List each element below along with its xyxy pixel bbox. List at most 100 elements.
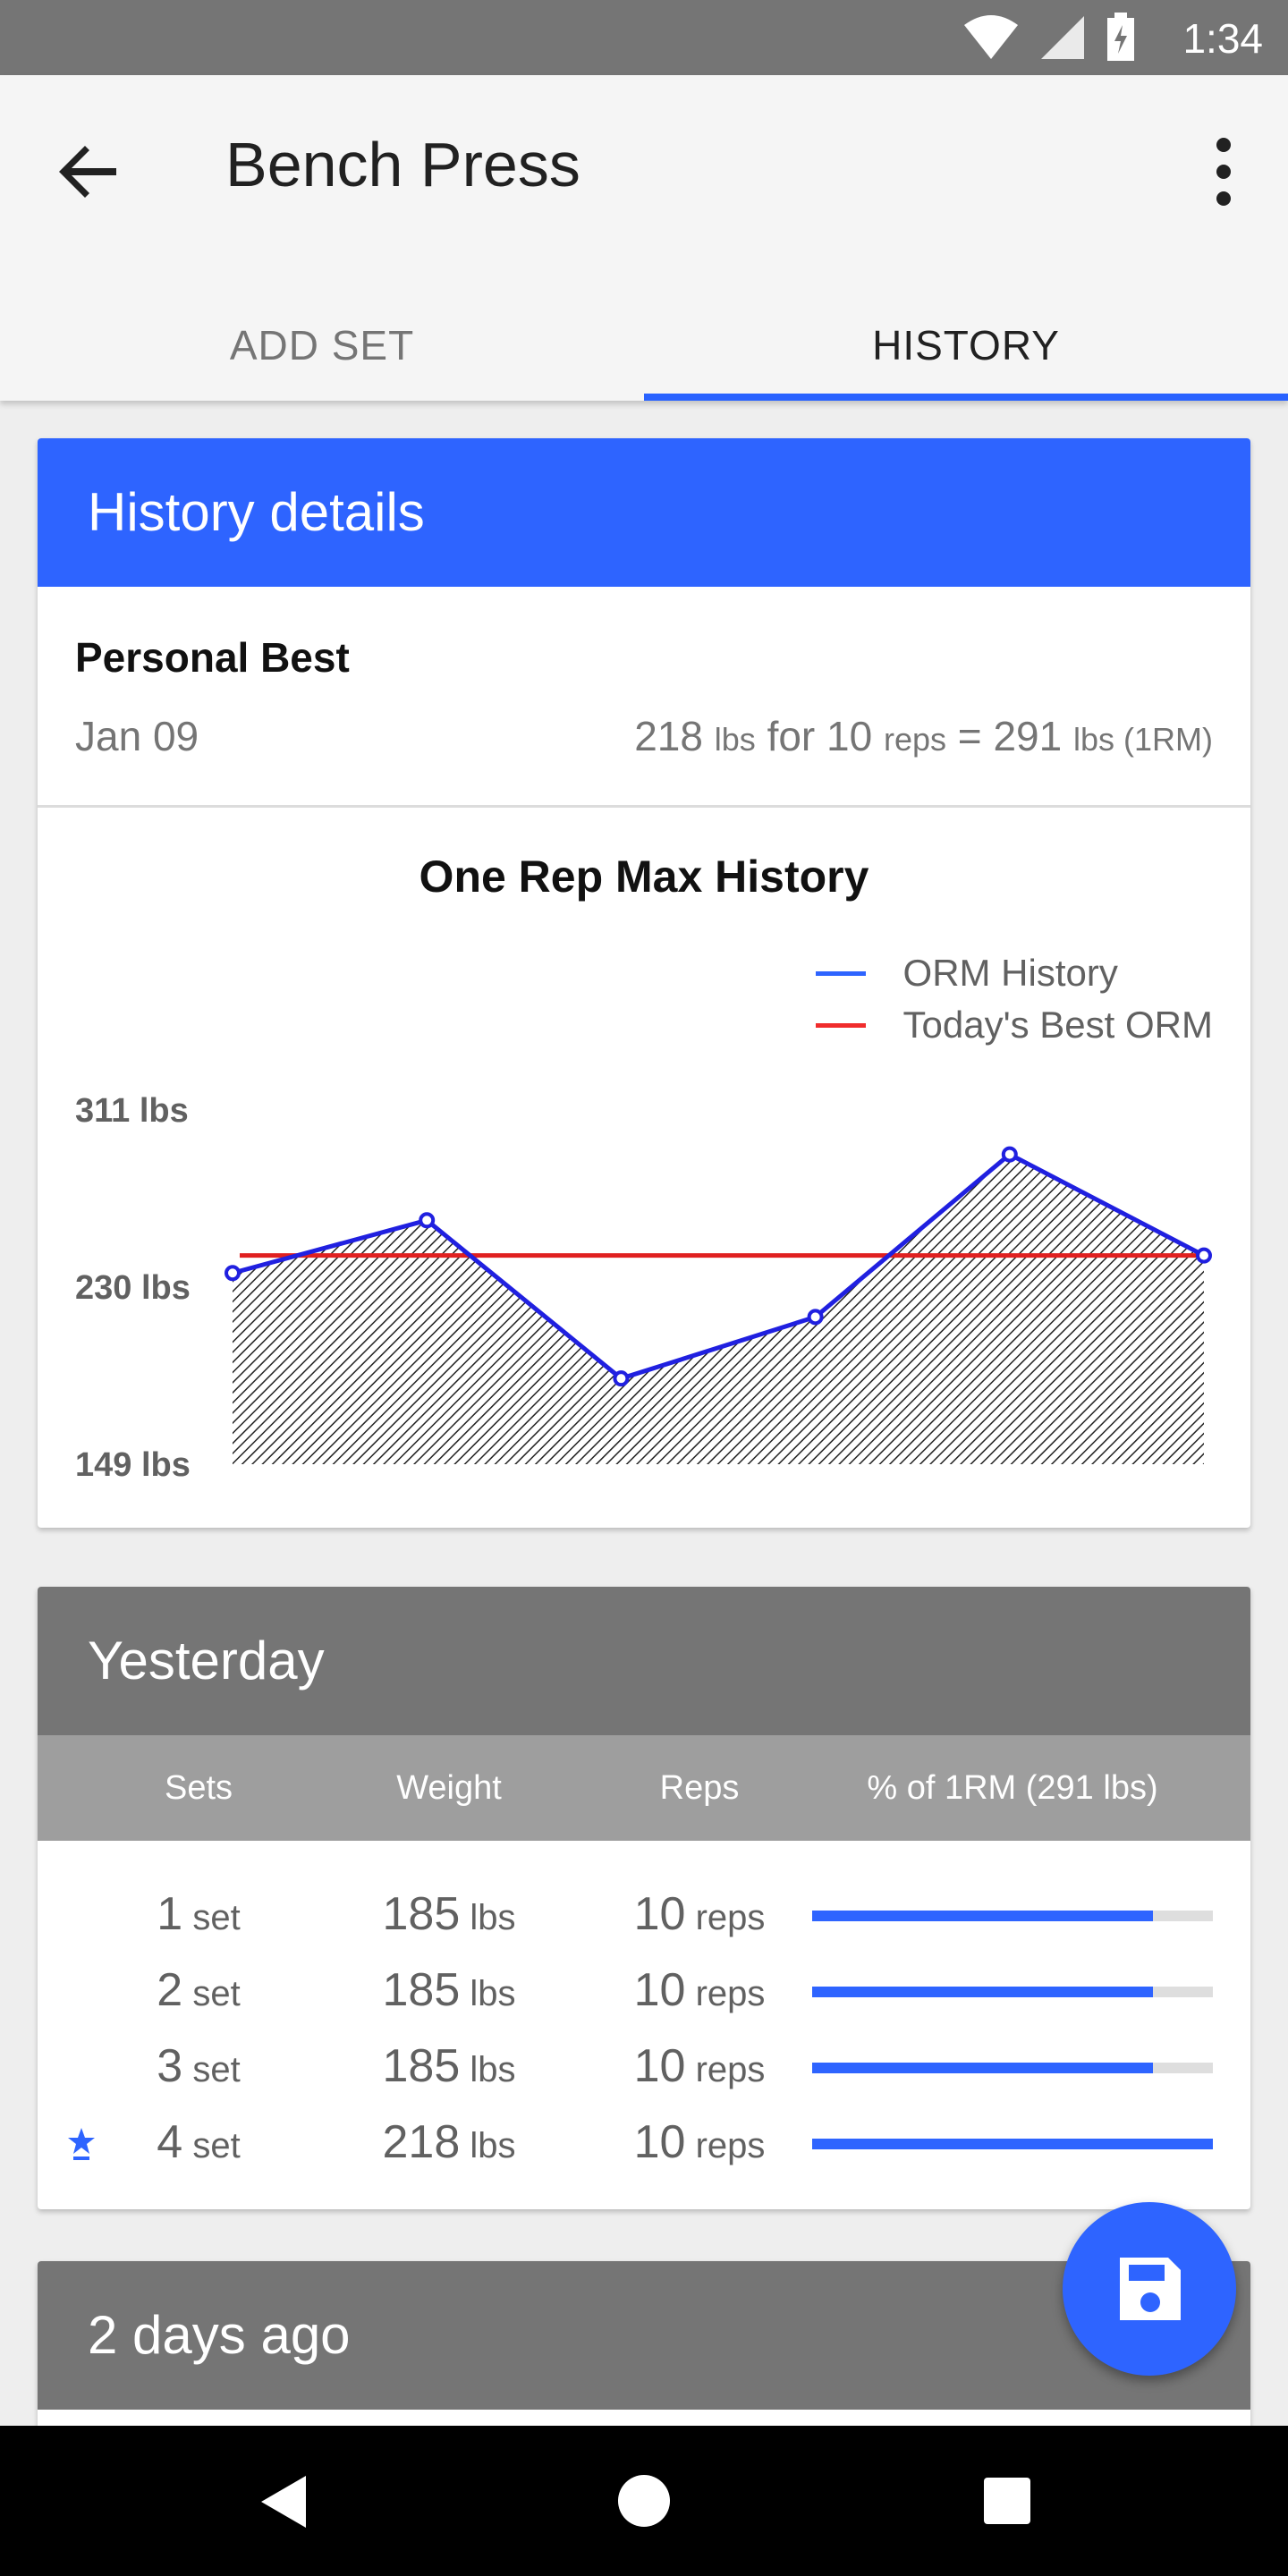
battery-icon (1107, 13, 1134, 61)
nav-recents-icon[interactable] (982, 2476, 1032, 2526)
status-bar: 1:34 (0, 0, 1288, 75)
cell-weight: 218 lbs (342, 2105, 556, 2184)
personal-best-star-icon (68, 2128, 95, 2160)
personal-best-value: 218 lbs for 10 reps = 291 lbs (1RM) (634, 712, 1213, 760)
sets-table-header: Sets Weight Reps % of 1RM (291 lbs) (38, 1735, 1250, 1841)
weight-value: 185 (382, 1888, 461, 1940)
percent-bar (812, 1911, 1213, 1921)
set-value: 1 (157, 1888, 183, 1940)
system-nav-bar (0, 2426, 1288, 2576)
table-row: 2 set 185 lbs 10 reps (38, 1953, 1250, 2029)
personal-best-section: Personal Best Jan 09 218 lbs for 10 reps… (38, 587, 1250, 805)
weight-unit: lbs (460, 1898, 516, 1937)
pb-orm: 291 (993, 713, 1063, 759)
back-button[interactable] (54, 136, 125, 208)
weight-unit: lbs (460, 1974, 516, 2013)
reps-unit: reps (685, 2050, 766, 2089)
save-fab-button[interactable] (1063, 2202, 1236, 2376)
cell-reps: 10 reps (592, 2029, 807, 2108)
pb-reps: 10 (826, 713, 873, 759)
column-header-weight: Weight (396, 1769, 502, 1807)
reps-value: 10 (633, 1888, 686, 1940)
weight-value: 185 (382, 1964, 461, 2016)
personal-best-label: Personal Best (75, 634, 350, 681)
pb-weight-unit: lbs (714, 721, 756, 758)
cell-set: 4 set (109, 2105, 288, 2184)
wifi-icon (964, 15, 1018, 59)
cell-weight: 185 lbs (342, 1953, 556, 2032)
cell-set: 3 set (109, 2029, 288, 2108)
reps-unit: reps (685, 2126, 766, 2165)
orm-data-point (225, 1265, 241, 1282)
weight-unit: lbs (460, 2126, 516, 2165)
percent-bar-fill (812, 2139, 1213, 2149)
orm-chart-section: One Rep Max History ORM History Today's … (38, 808, 1250, 1528)
pb-equals: = (957, 713, 982, 759)
orm-data-point (1001, 1146, 1018, 1163)
set-unit: set (182, 1974, 241, 2013)
orm-data-point (807, 1309, 824, 1326)
session-header: Yesterday (38, 1587, 1250, 1735)
percent-bar (812, 2063, 1213, 2073)
table-row: 1 set 185 lbs 10 reps (38, 1877, 1250, 1953)
set-unit: set (182, 2126, 241, 2165)
pb-for: for (767, 713, 816, 759)
reps-value: 10 (633, 2040, 686, 2092)
tab-add-set[interactable]: ADD SET (0, 290, 644, 401)
reps-value: 10 (633, 1964, 686, 2016)
set-unit: set (182, 1898, 241, 1937)
weight-unit: lbs (460, 2050, 516, 2089)
cell-reps: 10 reps (592, 1953, 807, 2032)
cell-set: 1 set (109, 1877, 288, 1956)
weight-value: 185 (382, 2040, 461, 2092)
personal-best-date: Jan 09 (75, 713, 199, 759)
set-value: 3 (157, 2040, 183, 2092)
orm-data-point (1196, 1247, 1212, 1264)
orm-area (233, 1154, 1204, 1464)
page-title: Bench Press (225, 130, 580, 199)
orm-chart (225, 1146, 1212, 1464)
history-details-card: History details Personal Best Jan 09 218… (38, 438, 1250, 1528)
set-unit: set (182, 2050, 241, 2089)
tab-history[interactable]: HISTORY (644, 290, 1288, 401)
percent-bar-fill (812, 1987, 1153, 1997)
session-card-yesterday: Yesterday Sets Weight Reps % of 1RM (291… (38, 1587, 1250, 2209)
cell-weight: 185 lbs (342, 1877, 556, 1956)
table-row: 4 set 218 lbs 10 reps (38, 2105, 1250, 2181)
history-details-header: History details (38, 438, 1250, 587)
reps-unit: reps (685, 1898, 766, 1937)
nav-back-icon[interactable] (258, 2472, 311, 2531)
pb-weight: 218 (634, 713, 703, 759)
arrow-back-icon (59, 146, 116, 198)
signal-icon (1041, 16, 1084, 59)
save-icon (1120, 2258, 1181, 2320)
cell-set: 2 set (109, 1953, 288, 2032)
percent-bar-fill (812, 2063, 1153, 2073)
cell-reps: 10 reps (592, 1877, 807, 1956)
nav-home-icon[interactable] (617, 2474, 671, 2528)
set-value: 4 (157, 2116, 183, 2168)
percent-bar (812, 2139, 1213, 2149)
pb-reps-unit: reps (883, 721, 947, 758)
pb-orm-unit: lbs (1RM) (1072, 721, 1213, 758)
clock: 1:34 (1182, 15, 1263, 62)
tab-indicator (644, 394, 1288, 401)
reps-value: 10 (633, 2116, 686, 2168)
column-header-percent: % of 1RM (291 lbs) (867, 1769, 1158, 1807)
cell-reps: 10 reps (592, 2105, 807, 2184)
weight-value: 218 (382, 2116, 461, 2168)
orm-data-point (613, 1370, 630, 1387)
percent-bar-fill (812, 1911, 1153, 1921)
percent-bar (812, 1987, 1213, 1997)
overflow-menu-button[interactable] (1195, 132, 1252, 211)
column-header-sets: Sets (164, 1769, 233, 1807)
sets-table-body: 1 set 185 lbs 10 reps 2 set 185 lbs 10 reps 3 … (38, 1841, 1250, 2181)
reps-unit: reps (685, 1974, 766, 2013)
set-value: 2 (157, 1964, 183, 2016)
orm-data-point (419, 1212, 436, 1229)
table-row: 3 set 185 lbs 10 reps (38, 2029, 1250, 2105)
cell-weight: 185 lbs (342, 2029, 556, 2108)
more-vert-icon (1216, 138, 1231, 206)
column-header-reps: Reps (659, 1769, 740, 1807)
app-bar: Bench Press ADD SET HISTORY (0, 75, 1288, 401)
